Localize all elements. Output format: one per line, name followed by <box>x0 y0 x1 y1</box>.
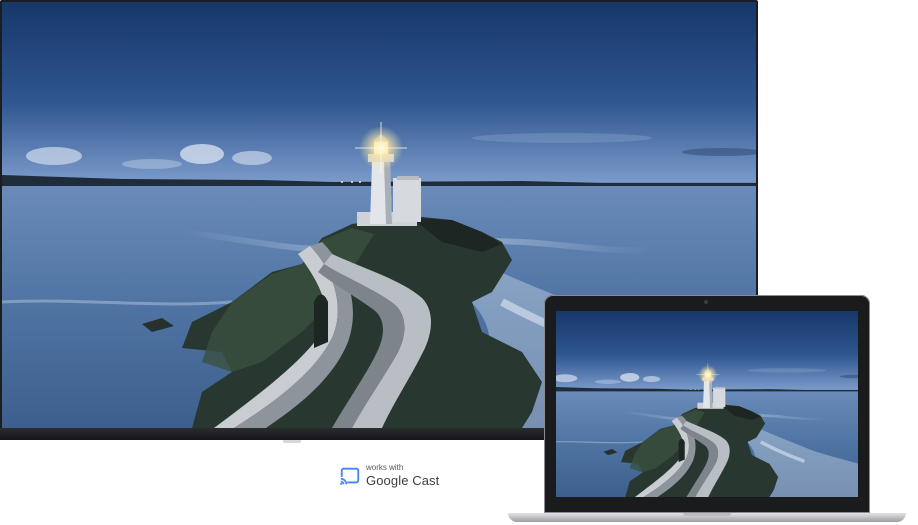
laptop-opening-notch <box>683 513 731 516</box>
google-cast-badge: works with Google Cast <box>339 462 449 490</box>
lighthouse-photo-small <box>556 311 858 497</box>
cast-icon <box>339 467 360 485</box>
tv-stand-mark <box>283 440 301 443</box>
laptop-screen-image <box>556 311 858 497</box>
cast-badge-title: Google Cast <box>366 473 440 488</box>
laptop <box>544 295 870 513</box>
cast-badge-caption: works with <box>366 463 404 472</box>
laptop-camera <box>704 300 708 304</box>
